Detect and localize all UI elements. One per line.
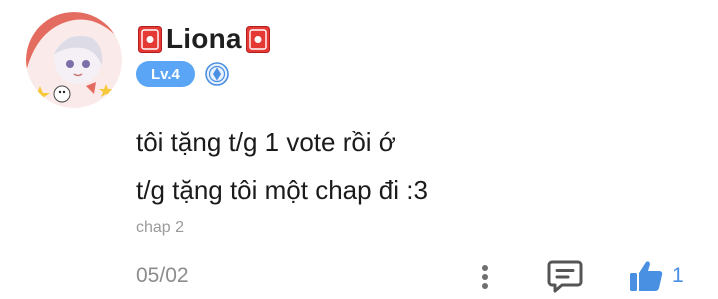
more-vertical-icon: [482, 265, 488, 289]
like-button[interactable]: 1: [628, 258, 684, 294]
speech-bubble-icon: [547, 260, 583, 293]
red-card-icon: [138, 25, 162, 53]
reply-button[interactable]: [546, 258, 584, 294]
username[interactable]: Liona: [166, 22, 242, 56]
comment-line: t/g tặng tôi một chap đi :3: [136, 175, 428, 205]
thumbs-up-icon: [630, 261, 663, 291]
like-count: 1: [672, 264, 684, 287]
comment-text: tôi tặng t/g 1 vote rồi ớ t/g tặng tôi m…: [136, 118, 696, 214]
comment-date: 05/02: [136, 264, 189, 287]
username-row: Liona: [138, 22, 270, 56]
level-badge: Lv.4: [136, 61, 195, 87]
user-avatar[interactable]: [26, 12, 122, 108]
chapter-label[interactable]: chap 2: [136, 219, 184, 237]
badge-row: Lv.4: [136, 61, 229, 87]
red-card-icon: [245, 25, 270, 53]
comment-line: tôi tặng t/g 1 vote rồi ớ: [136, 127, 396, 157]
more-options-button[interactable]: [473, 260, 497, 294]
blue-emblem-icon: [205, 62, 229, 86]
